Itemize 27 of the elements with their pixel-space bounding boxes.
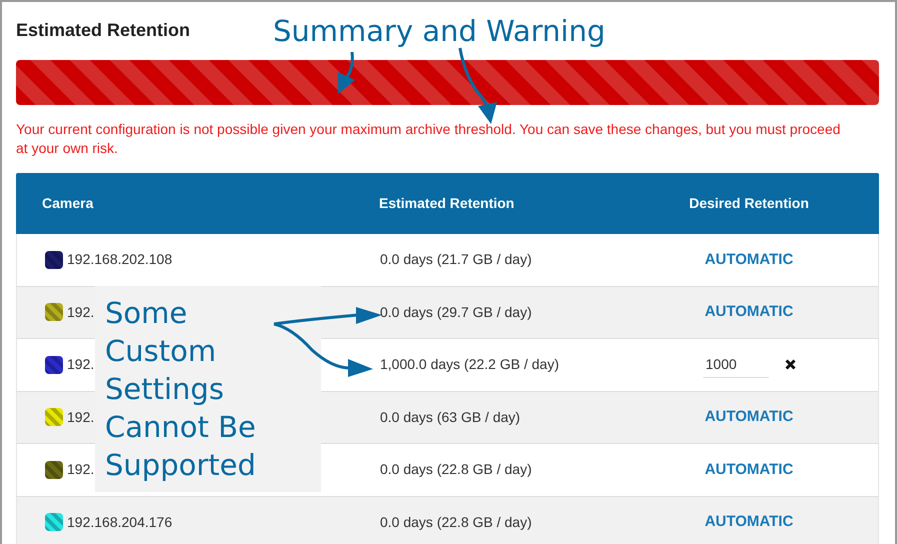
camera-name: 192.168.202.108 bbox=[67, 250, 172, 270]
close-icon[interactable] bbox=[784, 359, 796, 370]
retention-estimate: 0.0 days (22.8 GB / day) bbox=[380, 461, 532, 478]
retention-input[interactable]: 1000 bbox=[702, 352, 768, 378]
retention-estimate: 1,000.0 days (22.2 GB / day) bbox=[380, 356, 559, 372]
automatic-link[interactable]: AUTOMATIC bbox=[704, 248, 794, 271]
callout-text: Summary and Warning bbox=[273, 13, 606, 50]
callout-text: Some Custom Settings Cannot Be Supported bbox=[105, 295, 257, 484]
retention-estimate: 0.0 days (63 GB / day) bbox=[380, 408, 520, 425]
camera-name: 192. bbox=[67, 302, 94, 322]
automatic-link[interactable]: AUTOMATIC bbox=[704, 511, 794, 534]
retention-estimate: 0.0 days (22.8 GB / day) bbox=[380, 514, 532, 530]
column-header: Desired Retention bbox=[689, 194, 809, 210]
column-header: Camera bbox=[42, 194, 94, 210]
retention-estimate: 0.0 days (21.7 GB / day) bbox=[380, 251, 532, 268]
automatic-link[interactable]: AUTOMATIC bbox=[704, 301, 794, 324]
panel-title: Estimated Retention bbox=[16, 19, 190, 42]
camera-name: 192. bbox=[67, 355, 94, 374]
column-header: Estimated Retention bbox=[379, 194, 514, 210]
camera-name: 192.168.204.176 bbox=[67, 512, 172, 532]
automatic-link[interactable]: AUTOMATIC bbox=[704, 458, 794, 481]
camera-name: 192. bbox=[67, 460, 94, 480]
warning-message: Your current configuration is not possible given your maximum archive threshold. You can save these changes, but you must proceed at your own risk. bbox=[16, 120, 842, 158]
retention-estimate: 0.0 days (29.7 GB / day) bbox=[380, 304, 532, 320]
automatic-link[interactable]: AUTOMATIC bbox=[704, 406, 794, 428]
callout-arrow bbox=[338, 52, 355, 94]
camera-name: 192. bbox=[67, 408, 94, 427]
